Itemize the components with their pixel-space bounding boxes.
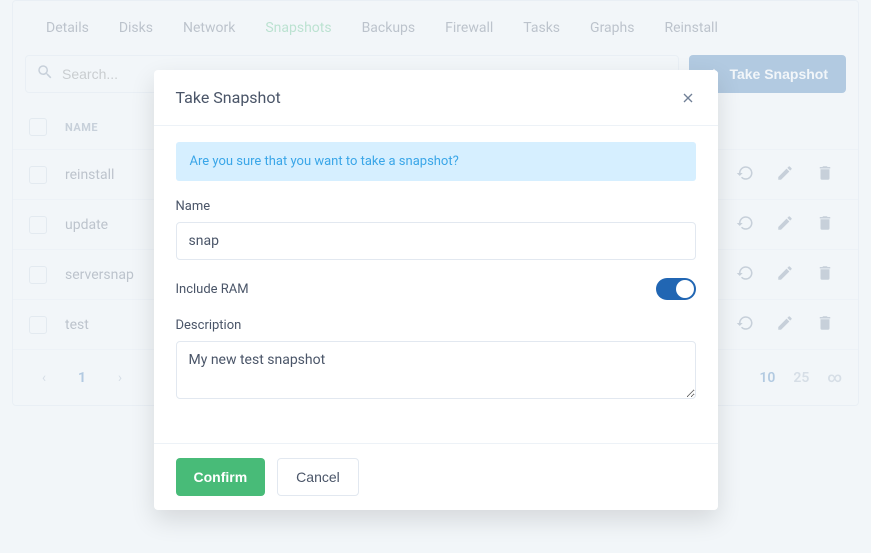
cancel-button[interactable]: Cancel: [277, 458, 359, 496]
take-snapshot-modal: Take Snapshot Are you sure that you want…: [154, 70, 718, 510]
confirm-alert: Are you sure that you want to take a sna…: [176, 142, 696, 181]
description-input[interactable]: [176, 341, 696, 399]
confirm-button[interactable]: Confirm: [176, 458, 266, 496]
include-ram-label: Include RAM: [176, 282, 249, 297]
name-input[interactable]: [176, 222, 696, 260]
name-label: Name: [176, 199, 696, 214]
close-icon: [680, 94, 696, 110]
description-label: Description: [176, 318, 696, 333]
include-ram-toggle[interactable]: [656, 278, 696, 300]
modal-close-button[interactable]: [680, 90, 696, 106]
modal-title: Take Snapshot: [176, 88, 281, 107]
toggle-knob: [676, 280, 694, 298]
